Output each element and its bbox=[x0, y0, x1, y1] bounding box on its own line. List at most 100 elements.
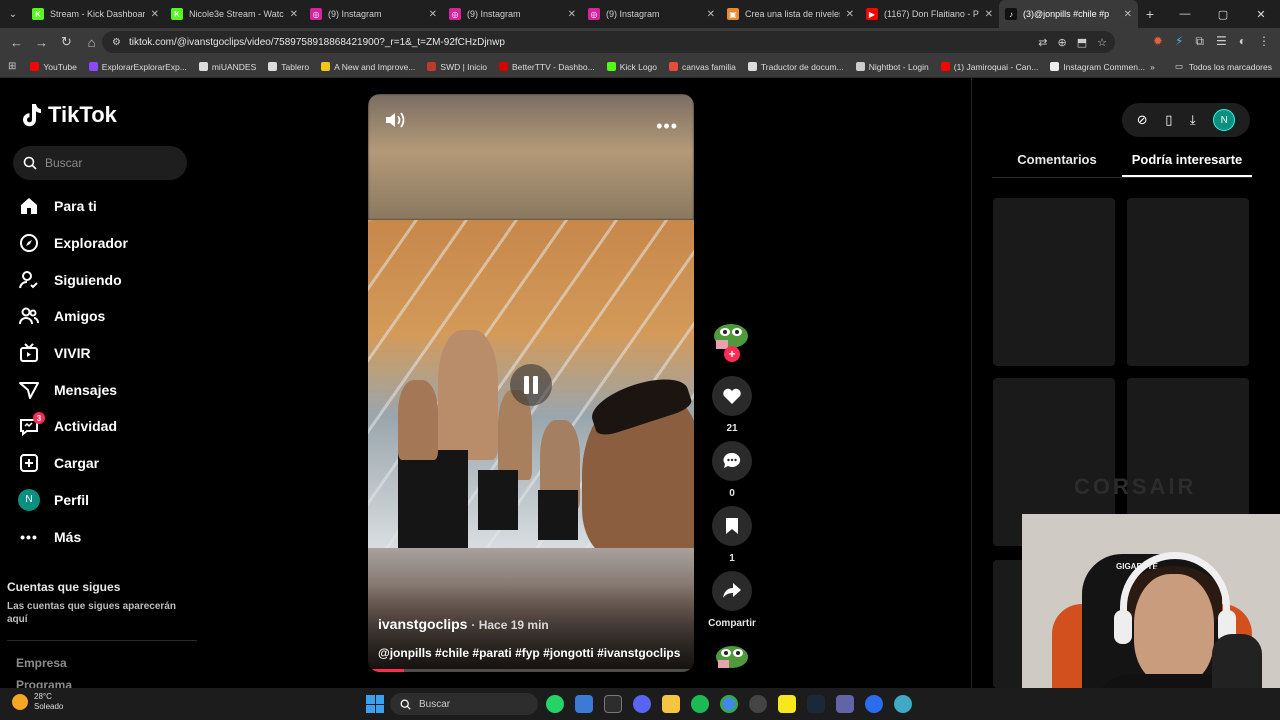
browser-tab[interactable]: ◎ (9) Instagram ✕ bbox=[582, 0, 721, 28]
bookmark-item[interactable]: Traductor de docum... bbox=[742, 62, 850, 72]
phone-icon[interactable]: ▯ bbox=[1165, 112, 1172, 128]
video-progress-bar[interactable] bbox=[368, 669, 694, 672]
author-name[interactable]: ivanstgoclips bbox=[378, 616, 467, 632]
bookmark-star-icon[interactable]: ☆ bbox=[1097, 36, 1107, 49]
sidebar-item-m-s[interactable]: ••• Más bbox=[18, 518, 128, 555]
profile-avatar-icon[interactable]: ◐ bbox=[1239, 34, 1246, 49]
sidebar-item-mensajes[interactable]: Mensajes bbox=[18, 371, 128, 408]
obs-icon[interactable] bbox=[749, 695, 767, 713]
home-button[interactable]: ⌂ bbox=[79, 35, 104, 50]
extensions-puzzle-icon[interactable]: ⧉ bbox=[1195, 34, 1204, 49]
sticky-notes-icon[interactable] bbox=[778, 695, 796, 713]
zoom-icon[interactable]: ⊕ bbox=[1058, 36, 1067, 49]
bookmark-item[interactable]: canvas familia bbox=[663, 62, 742, 72]
teams-icon[interactable] bbox=[836, 695, 854, 713]
chrome-icon[interactable] bbox=[720, 695, 738, 713]
like-button[interactable] bbox=[712, 376, 752, 416]
address-bar[interactable]: ⚙ tiktok.com/@ivanstgoclips/video/758975… bbox=[102, 31, 1115, 53]
bookmark-item[interactable]: Nightbot - Login bbox=[850, 62, 935, 72]
extension-fox-icon[interactable]: ✹ bbox=[1153, 34, 1163, 49]
start-button[interactable] bbox=[366, 695, 384, 713]
apps-grid-icon[interactable]: ⊞ bbox=[0, 61, 24, 72]
browser-tab[interactable]: K Stream - Kick Dashboard ✕ bbox=[26, 0, 165, 28]
sidebar-item-amigos[interactable]: Amigos bbox=[18, 298, 128, 335]
discord-icon[interactable] bbox=[633, 695, 651, 713]
reading-list-icon[interactable]: ☰ bbox=[1216, 34, 1227, 49]
more-options-icon[interactable]: ••• bbox=[656, 116, 678, 137]
browser-menu-icon[interactable]: ⋮ bbox=[1258, 34, 1270, 49]
install-icon[interactable]: ⬒ bbox=[1077, 36, 1087, 49]
sidebar-item-perfil[interactable]: N Perfil bbox=[18, 482, 128, 519]
close-window-button[interactable]: ✕ bbox=[1242, 0, 1280, 28]
more-bookmarks-icon[interactable]: » bbox=[1150, 62, 1155, 72]
browser-tab[interactable]: ▶ (1167) Don Flaitiano - Po ✕ bbox=[860, 0, 999, 28]
bookmark-item[interactable]: YouTube bbox=[24, 62, 82, 72]
bookmark-item[interactable]: Kick Logo bbox=[601, 62, 663, 72]
browser-tab[interactable]: ♪ (3)@jonpills #chile #p ✕ bbox=[999, 0, 1138, 28]
site-info-icon[interactable]: ⚙ bbox=[112, 37, 121, 48]
steam-icon[interactable] bbox=[807, 695, 825, 713]
bookmark-item[interactable]: A New and Improve... bbox=[315, 62, 421, 72]
bookmark-item[interactable]: Tablero bbox=[262, 62, 315, 72]
tab-close-icon[interactable]: ✕ bbox=[707, 9, 715, 20]
sidebar-item-siguiendo[interactable]: Siguiendo bbox=[18, 261, 128, 298]
extension-translate-icon[interactable]: ⚡ bbox=[1175, 34, 1183, 49]
spotify-icon[interactable] bbox=[691, 695, 709, 713]
all-bookmarks-link[interactable]: Todos los marcadores bbox=[1189, 62, 1272, 72]
translate-icon[interactable]: ⇄ bbox=[1038, 36, 1047, 49]
tab-close-icon[interactable]: ✕ bbox=[985, 9, 993, 20]
video-author[interactable]: ivanstgoclips · Hace 19 min bbox=[378, 616, 549, 632]
tiktok-logo[interactable]: TikTok bbox=[20, 102, 117, 128]
reload-button[interactable]: ↻ bbox=[54, 34, 79, 50]
suggested-thumbnail[interactable] bbox=[1127, 198, 1249, 366]
volume-icon[interactable] bbox=[384, 110, 406, 130]
music-disc-avatar[interactable] bbox=[714, 642, 750, 672]
suggested-thumbnail[interactable] bbox=[993, 198, 1115, 366]
whatsapp-icon[interactable] bbox=[546, 695, 564, 713]
browser-tab[interactable]: ◎ (9) Instagram ✕ bbox=[304, 0, 443, 28]
footer-link-empresa[interactable]: Empresa bbox=[16, 656, 67, 670]
bookmark-item[interactable]: (1) Jamiroquai - Can... bbox=[935, 62, 1045, 72]
sidebar-item-para-ti[interactable]: Para ti bbox=[18, 188, 128, 225]
tab-close-icon[interactable]: ✕ bbox=[568, 9, 576, 20]
tab-close-icon[interactable]: ✕ bbox=[151, 9, 159, 20]
browser-tab[interactable]: ▣ Crea una lista de niveles d ✕ bbox=[721, 0, 860, 28]
save-button[interactable] bbox=[712, 506, 752, 546]
comment-button[interactable] bbox=[712, 441, 752, 481]
tab-close-icon[interactable]: ✕ bbox=[429, 9, 437, 20]
browser-tab[interactable]: K Nicole3e Stream - Watch ✕ bbox=[165, 0, 304, 28]
profile-avatar-button[interactable]: N bbox=[1213, 109, 1236, 131]
sidebar-item-actividad[interactable]: 3 Actividad bbox=[18, 408, 128, 445]
bookmark-item[interactable]: Instagram Commen... bbox=[1044, 62, 1151, 72]
taskview-icon[interactable] bbox=[604, 695, 622, 713]
search-input[interactable]: Buscar bbox=[13, 146, 187, 180]
video-player[interactable]: ••• ivanstgoclips · Hace 19 min @jonpill… bbox=[368, 94, 694, 672]
tab-close-icon[interactable]: ✕ bbox=[846, 9, 854, 20]
download-icon[interactable]: ⤓ bbox=[1190, 112, 1196, 128]
app-icon[interactable] bbox=[865, 695, 883, 713]
follow-plus-button[interactable]: + bbox=[724, 346, 740, 362]
video-caption[interactable]: @jonpills #chile #parati #fyp #jongotti … bbox=[378, 646, 680, 660]
tab-close-icon[interactable]: ✕ bbox=[290, 9, 298, 20]
forward-button[interactable]: → bbox=[29, 35, 54, 50]
file-explorer-icon[interactable] bbox=[662, 695, 680, 713]
back-button[interactable]: ← bbox=[4, 35, 29, 50]
browser-tab[interactable]: ◎ (9) Instagram ✕ bbox=[443, 0, 582, 28]
weather-widget[interactable]: 28°C Soleado bbox=[12, 692, 63, 712]
tab-comments[interactable]: Comentarios bbox=[992, 152, 1122, 177]
taskbar-search[interactable]: Buscar bbox=[390, 693, 538, 715]
bookmark-item[interactable]: ExplorarExplorarExp... bbox=[83, 62, 193, 72]
url-text[interactable]: tiktok.com/@ivanstgoclips/video/75897589… bbox=[129, 37, 505, 48]
tab-suggested[interactable]: Podría interesarte bbox=[1122, 152, 1252, 177]
tab-search-button[interactable]: ⌄ bbox=[0, 0, 26, 28]
sidebar-item-cargar[interactable]: Cargar bbox=[18, 445, 128, 482]
tab-close-icon[interactable]: ✕ bbox=[1124, 9, 1132, 20]
bookmark-item[interactable]: BetterTTV - Dashbo... bbox=[493, 62, 601, 72]
maximize-button[interactable]: ▢ bbox=[1204, 0, 1242, 28]
coins-icon[interactable]: ⊘ bbox=[1137, 112, 1148, 128]
bookmark-item[interactable]: miUANDES bbox=[193, 62, 262, 72]
notepad-icon[interactable] bbox=[575, 695, 593, 713]
sidebar-item-explorador[interactable]: Explorador bbox=[18, 225, 128, 262]
share-button[interactable] bbox=[712, 571, 752, 611]
pause-button[interactable] bbox=[510, 364, 552, 406]
